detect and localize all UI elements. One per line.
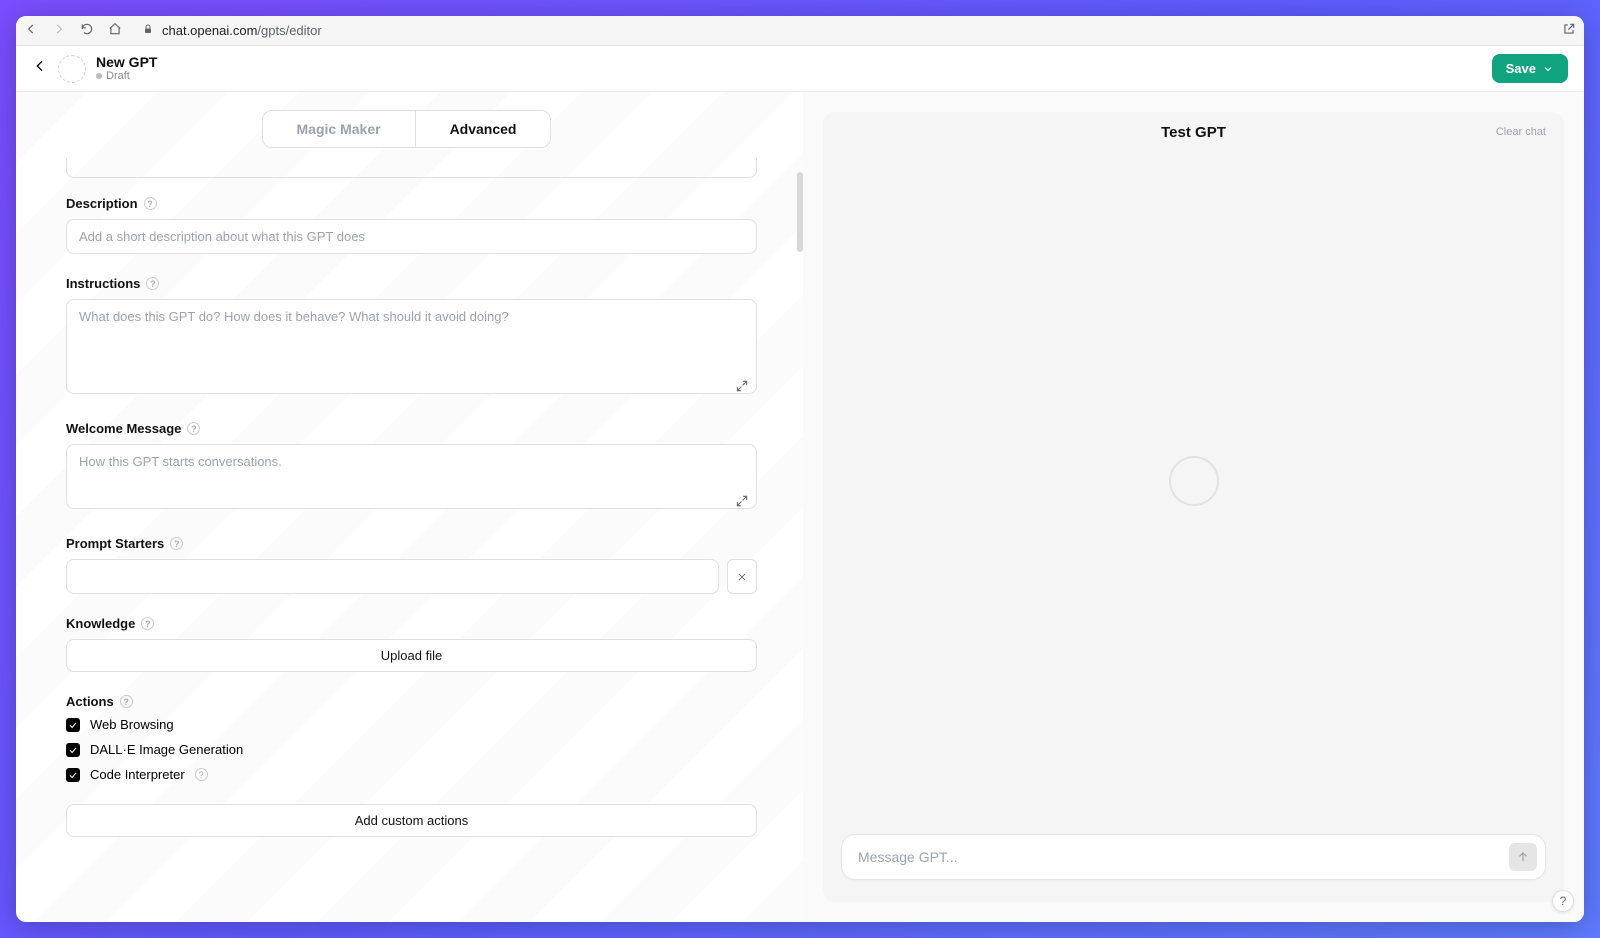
- knowledge-label: Knowledge: [66, 616, 135, 631]
- help-fab[interactable]: ?: [1552, 890, 1574, 912]
- preview-pane: Test GPT Clear chat: [803, 92, 1584, 922]
- instructions-label: Instructions: [66, 276, 140, 291]
- page-title: New GPT: [96, 55, 157, 70]
- home-icon[interactable]: [108, 22, 122, 39]
- expand-icon[interactable]: [735, 494, 749, 508]
- checkbox-web-browsing[interactable]: [66, 718, 80, 732]
- check-icon: [68, 745, 78, 755]
- checkbox-code-interpreter[interactable]: [66, 768, 80, 782]
- save-button[interactable]: Save: [1492, 54, 1568, 83]
- upload-file-button[interactable]: Upload file: [66, 639, 757, 672]
- help-icon[interactable]: ?: [144, 197, 157, 210]
- status-dot-icon: [96, 73, 102, 79]
- browser-bar: chat.openai.com/gpts/editor: [16, 16, 1584, 46]
- tabs: Magic Maker Advanced: [262, 110, 552, 148]
- help-icon[interactable]: ?: [195, 768, 208, 781]
- remove-starter-button[interactable]: [727, 559, 757, 594]
- clear-chat-button[interactable]: Clear chat: [1496, 126, 1546, 138]
- chat-input[interactable]: [841, 834, 1546, 880]
- expand-icon[interactable]: [735, 379, 749, 393]
- config-pane: Magic Maker Advanced Description ?: [16, 92, 797, 922]
- lock-icon: [142, 23, 154, 38]
- description-input[interactable]: [66, 219, 757, 254]
- instructions-textarea[interactable]: [66, 299, 757, 394]
- action-label: Code Interpreter: [90, 767, 185, 782]
- check-icon: [68, 770, 78, 780]
- welcome-textarea[interactable]: [66, 444, 757, 509]
- help-icon[interactable]: ?: [170, 537, 183, 550]
- actions-label: Actions: [66, 694, 114, 709]
- reload-icon[interactable]: [80, 22, 94, 39]
- back-button[interactable]: [32, 58, 48, 79]
- open-external-icon[interactable]: [1562, 24, 1576, 39]
- help-icon[interactable]: ?: [120, 695, 133, 708]
- app-window: chat.openai.com/gpts/editor New GPT Draf…: [16, 16, 1584, 922]
- action-label: DALL·E Image Generation: [90, 742, 243, 757]
- arrow-up-icon: [1516, 850, 1530, 864]
- send-button[interactable]: [1509, 843, 1537, 871]
- status-label: Draft: [106, 70, 130, 82]
- address-bar[interactable]: chat.openai.com/gpts/editor: [142, 23, 1552, 38]
- tab-advanced[interactable]: Advanced: [415, 111, 551, 147]
- description-label: Description: [66, 196, 138, 211]
- back-icon[interactable]: [24, 22, 38, 39]
- help-icon[interactable]: ?: [141, 617, 154, 630]
- form-scroll[interactable]: Description ? Instructions ?: [16, 148, 797, 922]
- chevron-down-icon: [1542, 63, 1554, 75]
- check-icon: [68, 720, 78, 730]
- chat-body: [823, 141, 1564, 820]
- checkbox-dalle[interactable]: [66, 743, 80, 757]
- loading-spinner-icon: [1169, 456, 1219, 506]
- welcome-label: Welcome Message: [66, 421, 181, 436]
- help-icon[interactable]: ?: [187, 422, 200, 435]
- action-label: Web Browsing: [90, 717, 174, 732]
- title-block: New GPT Draft: [96, 55, 157, 82]
- close-icon: [736, 571, 748, 583]
- name-field-partial[interactable]: [66, 158, 757, 178]
- tab-magic-maker[interactable]: Magic Maker: [263, 111, 415, 147]
- forward-icon[interactable]: [52, 22, 66, 39]
- prompt-starter-input[interactable]: [66, 559, 719, 594]
- chat-text-field[interactable]: [858, 849, 1509, 865]
- help-icon[interactable]: ?: [146, 277, 159, 290]
- prompt-starters-label: Prompt Starters: [66, 536, 164, 551]
- add-custom-actions-button[interactable]: Add custom actions: [66, 804, 757, 837]
- preview-title: Test GPT: [841, 124, 1546, 141]
- main-split: Magic Maker Advanced Description ?: [16, 92, 1584, 922]
- gpt-avatar-placeholder[interactable]: [58, 55, 86, 83]
- url-text: chat.openai.com/gpts/editor: [162, 23, 322, 38]
- app-header: New GPT Draft Save: [16, 46, 1584, 92]
